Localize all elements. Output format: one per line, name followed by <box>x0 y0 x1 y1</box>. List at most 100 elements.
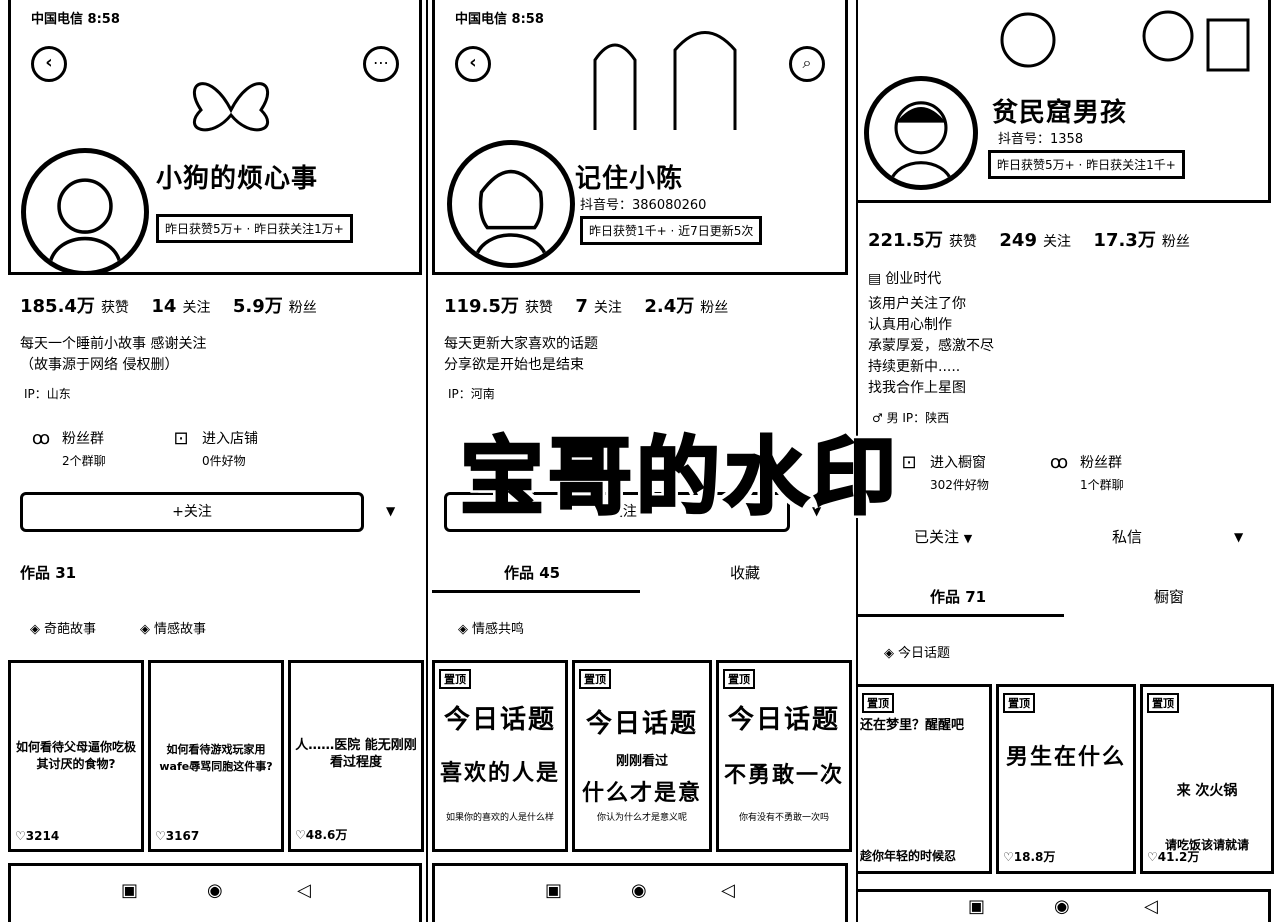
video-caption: 你有没有不勇敢一次吗 <box>738 813 829 823</box>
avatar[interactable] <box>864 76 978 190</box>
fans-count[interactable]: 5.9万 <box>233 296 283 317</box>
video-caption: 你认为什么才是意义呢 <box>596 813 687 823</box>
layers-icon: ◈ <box>140 622 150 637</box>
pinned-badge: 置顶 <box>723 669 755 689</box>
fans-label: 粉丝 <box>700 300 729 316</box>
back-nav-icon[interactable]: ◁ <box>297 880 311 901</box>
follow-button[interactable]: +关注 <box>20 492 364 532</box>
video-caption: 趁你年轻的时候忍 <box>860 849 957 863</box>
avatar[interactable] <box>21 148 149 272</box>
home-icon[interactable]: ◉ <box>207 880 223 901</box>
search-icon[interactable]: ⌕ <box>789 46 825 82</box>
profile-stats: 119.5万 获赞 7 关注 2.4万 粉丝 <box>444 292 746 318</box>
following-count[interactable]: 249 <box>999 230 1037 251</box>
system-nav-bar: ▣ ◉ ◁ <box>8 863 422 922</box>
fan-group-icon: ꝏ <box>1049 452 1069 473</box>
shopping-bag-icon: ⊡ <box>173 428 189 449</box>
collection-chip[interactable]: ◈ 情感共鸣 <box>458 618 524 637</box>
tab-works[interactable]: 作品 31 <box>20 562 76 583</box>
back-nav-icon[interactable]: ◁ <box>721 880 735 901</box>
header-stats-pills: 昨日获赞5万+ · 昨日获关注1万+ <box>156 214 353 243</box>
header-decoration <box>131 60 331 150</box>
pinned-badge: 置顶 <box>1147 693 1179 713</box>
pinned-badge: 置顶 <box>439 669 471 689</box>
showcase-sub: 302件好物 <box>930 478 989 492</box>
fans-count[interactable]: 17.3万 <box>1093 230 1155 251</box>
chevron-down-icon[interactable]: ▼ <box>386 504 395 518</box>
video-title: 不勇敢一次 <box>723 763 844 788</box>
shop-entry[interactable]: ⊡ 进入店铺 0件好物 <box>170 428 258 469</box>
recent-apps-icon[interactable]: ▣ <box>545 880 562 901</box>
back-nav-icon[interactable]: ◁ <box>1144 896 1158 917</box>
video-likes: ♡18.8万 <box>1003 850 1056 864</box>
tab-works[interactable]: 作品 45 <box>504 562 560 583</box>
video-thumbnail[interactable]: 如何看待父母逼你吃极其讨厌的食物? ♡3214 <box>8 660 144 852</box>
fan-group-entry[interactable]: ꝏ 粉丝群 2个群聊 <box>30 428 106 469</box>
video-thumbnail[interactable]: 人……医院 能无刚刚看过程度 ♡48.6万 <box>288 660 424 852</box>
pinned-badge: 置顶 <box>862 693 894 713</box>
fan-group-entry[interactable]: ꝏ 粉丝群 1个群聊 <box>1048 452 1124 493</box>
showcase-entry[interactable]: ⊡ 进入橱窗 302件好物 <box>898 452 989 493</box>
video-thumbnail[interactable]: 置顶 今日话题 不勇敢一次 你有没有不勇敢一次吗 <box>716 660 852 852</box>
ip-location: IP：山东 <box>24 387 71 401</box>
pinned-badge: 置顶 <box>1003 693 1035 713</box>
collection-chip[interactable]: ◈ 今日话题 <box>884 642 950 661</box>
layers-icon: ◈ <box>30 622 40 637</box>
followed-button[interactable]: 已关注 ▼ <box>914 526 972 547</box>
video-caption: 如何看待游戏玩家用wafe辱骂同胞这件事? <box>159 743 273 773</box>
profile-panel-1: 中国电信 8:58 ‹ ⋯ 小狗的烦心事 昨日获赞5万+ · 昨日获关注1万+ … <box>0 0 426 922</box>
more-icon[interactable]: ⋯ <box>363 46 399 82</box>
home-icon[interactable]: ◉ <box>1054 896 1070 917</box>
video-thumbnail[interactable]: 置顶 今日话题 刚刚看过 什么才是意 你认为什么才是意义呢 <box>572 660 712 852</box>
video-title: 喜欢的人是 <box>439 761 560 786</box>
video-grid: 如何看待父母逼你吃极其讨厌的食物? ♡3214 如何看待游戏玩家用wafe辱骂同… <box>8 660 424 852</box>
profile-header: 贫民窟男孩 抖音号：1358 昨日获赞5万+ · 昨日获关注1千+ <box>858 0 1271 203</box>
back-icon[interactable]: ‹ <box>455 46 491 82</box>
tab-showcase[interactable]: 橱窗 <box>1154 586 1184 607</box>
chevron-down-icon[interactable]: ▼ <box>1234 530 1243 544</box>
nickname: 小狗的烦心事 <box>156 164 319 194</box>
layers-icon: ◈ <box>458 622 468 637</box>
illustration-icon <box>593 31 737 130</box>
recent-apps-icon[interactable]: ▣ <box>968 896 985 917</box>
following-count[interactable]: 14 <box>151 296 176 317</box>
bio: 每天更新大家喜欢的话题 分享欲是开始也是结束 <box>444 336 598 373</box>
likes-label: 获赞 <box>100 300 129 316</box>
collection-chip[interactable]: ◈ 奇葩故事 <box>30 618 96 637</box>
fan-group-icon: ꝏ <box>31 428 51 449</box>
video-likes: ♡48.6万 <box>295 828 348 842</box>
video-thumbnail[interactable]: 置顶 还在梦里？醒醒吧 趁你年轻的时候忍 <box>858 684 992 874</box>
video-likes: ♡41.2万 <box>1147 850 1200 864</box>
back-icon[interactable]: ‹ <box>31 46 67 82</box>
header-decoration <box>555 20 765 140</box>
following-count[interactable]: 7 <box>575 296 588 317</box>
system-nav-bar: ▣ ◉ ◁ <box>858 889 1271 922</box>
header-decoration <box>968 0 1258 80</box>
following-label: 关注 <box>593 300 622 316</box>
video-likes: ♡3167 <box>155 829 200 843</box>
douyin-id: 抖音号：1358 <box>998 132 1084 147</box>
header-stats-pills: 昨日获赞1千+ · 近7日更新5次 <box>580 216 763 245</box>
tab-works[interactable]: 作品 71 <box>930 586 986 607</box>
profile-stats: 185.4万 获赞 14 关注 5.9万 粉丝 <box>20 292 335 318</box>
video-thumbnail[interactable]: 置顶 今日话题 喜欢的人是 如果你的喜欢的人是什么样 <box>432 660 568 852</box>
video-grid: 置顶 今日话题 喜欢的人是 如果你的喜欢的人是什么样 置顶 今日话题 刚刚看过 … <box>432 660 852 852</box>
butterfly-icon <box>193 82 269 132</box>
status-bar: 中国电信 8:58 <box>455 12 544 27</box>
tab-underline <box>858 614 1064 617</box>
pinned-badge: 置顶 <box>579 669 611 689</box>
message-button[interactable]: 私信 <box>1112 526 1142 547</box>
video-thumbnail[interactable]: 如何看待游戏玩家用wafe辱骂同胞这件事? ♡3167 <box>148 660 284 852</box>
recent-apps-icon[interactable]: ▣ <box>121 880 138 901</box>
avatar[interactable] <box>447 140 575 268</box>
home-icon[interactable]: ◉ <box>631 880 647 901</box>
badge-icon: ▤ <box>868 271 882 287</box>
video-thumbnail[interactable]: 置顶 来 次火锅 请吃饭该请就请 ♡41.2万 <box>1140 684 1274 874</box>
collection-chip[interactable]: ◈ 情感故事 <box>140 618 206 637</box>
tab-favorites[interactable]: 收藏 <box>730 562 760 583</box>
fans-count[interactable]: 2.4万 <box>644 296 694 317</box>
bio: 每天一个睡前小故事 感谢关注 （故事源于网络 侵权删） <box>20 336 207 373</box>
header-stats-pills: 昨日获赞5万+ · 昨日获关注1千+ <box>988 150 1185 179</box>
video-title: 今日话题 <box>585 709 698 739</box>
video-thumbnail[interactable]: 置顶 男生在什么 ♡18.8万 <box>996 684 1136 874</box>
